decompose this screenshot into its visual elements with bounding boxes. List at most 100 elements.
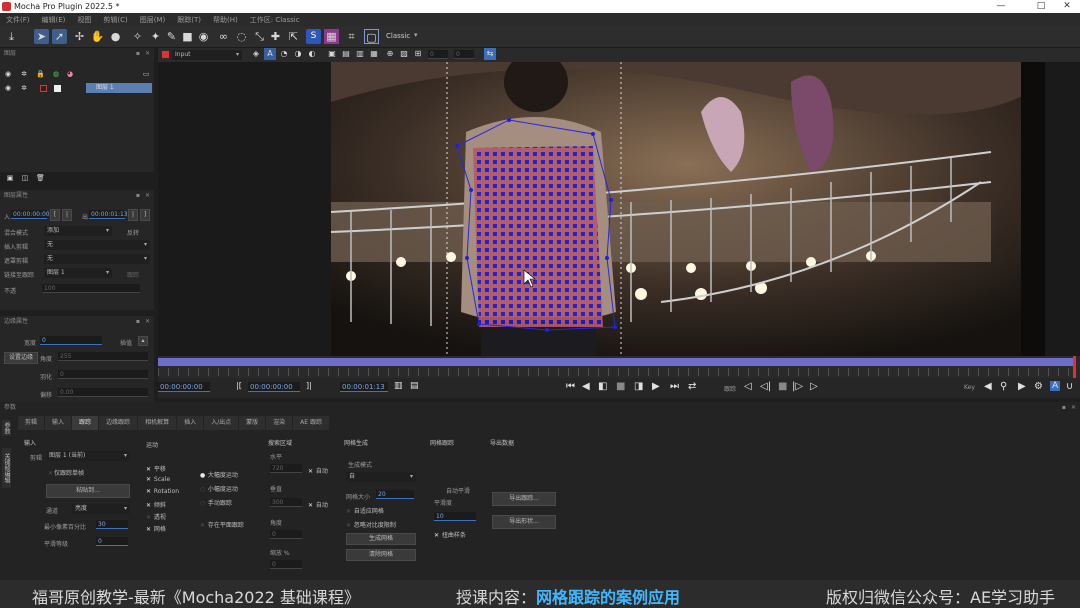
auto-key-icon[interactable]: A xyxy=(1050,381,1061,391)
select-tool-icon[interactable]: ➤ xyxy=(34,29,49,44)
view-layout1-icon[interactable]: ▣ xyxy=(326,48,338,60)
viewer-fit-icon[interactable]: ⇆ xyxy=(484,48,496,60)
step-back-icon[interactable]: ◧ xyxy=(598,381,607,392)
rotate-tool-icon[interactable]: ◌ xyxy=(234,29,249,44)
first-frame-icon[interactable]: ⏮ xyxy=(566,381,575,392)
insert-clip-select[interactable]: 无 xyxy=(44,240,150,250)
search-zoom-field[interactable]: 0 xyxy=(270,560,302,569)
blend-mode-select[interactable]: 添加 xyxy=(44,226,112,236)
mesh-grid-icon[interactable]: ▦ xyxy=(324,29,339,44)
step-forward-icon[interactable]: ◨ xyxy=(634,381,643,392)
menu-track[interactable]: 跟踪(T) xyxy=(171,15,207,25)
viewer-canvas[interactable] xyxy=(158,62,1080,356)
gear-icon[interactable]: ✲ xyxy=(20,70,28,78)
menu-edit[interactable]: 编辑(E) xyxy=(36,15,72,25)
smoothness-field[interactable]: 10 xyxy=(434,512,476,521)
add-key-icon[interactable]: ⚲ xyxy=(1000,381,1007,392)
tab-clip[interactable]: 剪辑 xyxy=(18,416,45,430)
layer-color-swatch[interactable] xyxy=(40,84,47,92)
invert-label[interactable]: 反转 xyxy=(127,228,139,237)
view-tracks-icon[interactable]: ◐ xyxy=(306,48,318,60)
tab-insert[interactable]: 插入 xyxy=(177,416,204,430)
set-in-icon[interactable]: |[ xyxy=(236,381,242,390)
menu-help[interactable]: 帮助(H) xyxy=(207,15,244,25)
existing-planar-checkbox[interactable]: ✕ 存在平面跟踪 xyxy=(200,520,244,529)
shear-checkbox[interactable]: ✕ 倾斜 xyxy=(146,500,166,509)
pin-icon[interactable]: ▪ xyxy=(1062,402,1066,413)
menu-file[interactable]: 文件(F) xyxy=(0,15,36,25)
auto-horizontal-checkbox[interactable]: ✕ 自动 xyxy=(308,466,328,475)
mesh-size-field[interactable]: 20 xyxy=(376,490,414,499)
step-spin-button[interactable]: ▴ xyxy=(138,336,148,346)
circle-tool-icon[interactable]: ◉ xyxy=(196,29,211,44)
step-button[interactable]: 插值 xyxy=(120,338,132,347)
opacity-field[interactable]: 100 xyxy=(42,284,140,293)
clear-in-button[interactable]: | xyxy=(62,209,72,221)
trace-icon[interactable]: ⊞ xyxy=(412,48,424,60)
min-pixels-field[interactable]: 30 xyxy=(96,520,128,529)
link-tool-icon[interactable]: ∞ xyxy=(216,29,231,44)
current-timecode[interactable]: 00:00:00:00 xyxy=(158,382,210,392)
menu-layer[interactable]: 图层(M) xyxy=(134,15,172,25)
track-back-icon[interactable]: ◁ xyxy=(744,381,752,392)
layer-row[interactable]: ◉ ✲ 图层 1 xyxy=(0,82,154,94)
timeline-track[interactable] xyxy=(158,358,1076,366)
out-timecode[interactable]: 00:00:01:13 xyxy=(340,382,388,392)
mesh-checkbox[interactable]: ✕ 网格 xyxy=(146,524,166,533)
menu-workspace[interactable]: 工作区: Classic xyxy=(244,15,306,25)
set-out-button[interactable]: | xyxy=(128,209,138,221)
clip-select[interactable]: Input xyxy=(172,50,242,60)
generate-mesh-button[interactable]: 生成网格 xyxy=(346,533,416,545)
layout-icon[interactable]: ▢ xyxy=(364,29,379,44)
link-track-button[interactable]: 跟踪 xyxy=(127,270,139,279)
track-step-back-icon[interactable]: ◁| xyxy=(760,381,771,392)
layer-matte-swatch[interactable] xyxy=(54,84,61,92)
search-angle-field[interactable]: 0 xyxy=(270,530,302,539)
vertical-field[interactable]: 300 xyxy=(270,498,302,507)
side-tab-keyframes[interactable]: 关键帧编辑 xyxy=(2,448,11,488)
menu-view[interactable]: 视图 xyxy=(71,15,97,25)
menu-clip[interactable]: 剪辑(C) xyxy=(97,15,133,25)
close-button[interactable]: ✕ xyxy=(1056,0,1078,13)
adaptive-mesh-checkbox[interactable]: ✕ 自适应网格 xyxy=(346,506,384,515)
viewer-num-2[interactable]: 0 xyxy=(454,50,474,59)
minimize-button[interactable]: — xyxy=(990,0,1012,13)
prev-key-icon[interactable]: ◀ xyxy=(984,381,992,392)
close-icon[interactable]: ✕ xyxy=(145,48,150,59)
export-shape-button[interactable]: 导出形状... xyxy=(492,515,556,529)
zoom-tool-icon[interactable]: ● xyxy=(108,29,123,44)
workspace-chevron-icon[interactable]: ▾ xyxy=(414,31,418,39)
tab-in-out[interactable]: 入/出点 xyxy=(204,416,239,430)
close-icon[interactable]: ✕ xyxy=(145,190,150,201)
edge-angle-field[interactable]: 255 xyxy=(58,352,148,361)
in-point-field[interactable]: 00:00:00:00 xyxy=(11,210,50,219)
view-layout2-icon[interactable]: ▤ xyxy=(340,48,352,60)
pin-icon[interactable]: ▪ xyxy=(136,316,140,327)
matte-clip-select[interactable]: 无 xyxy=(44,254,150,264)
view-matte-icon[interactable]: ◑ xyxy=(292,48,304,60)
save-icon[interactable]: ⤓ xyxy=(4,29,19,44)
track-step-forward-icon[interactable]: |▷ xyxy=(792,381,803,392)
view-layout3-icon[interactable]: ▥ xyxy=(354,48,366,60)
view-layout4-icon[interactable]: ▦ xyxy=(368,48,380,60)
side-tab-params[interactable]: 参数 xyxy=(2,420,11,436)
smooth-level-field[interactable]: 0 xyxy=(96,537,128,546)
small-motion-radio[interactable]: ○ 小幅度运动 xyxy=(200,484,238,493)
track-individual-checkbox[interactable]: ✕仅跟踪单帧 xyxy=(48,468,84,477)
color-icon[interactable]: ◍ xyxy=(52,70,60,78)
large-motion-radio[interactable]: ● 大幅度运动 xyxy=(200,470,238,479)
clear-mesh-button[interactable]: 清除网格 xyxy=(346,549,416,561)
in-timecode[interactable]: 00:00:00:00 xyxy=(248,382,300,392)
out-point-field[interactable]: 00:00:01:13 xyxy=(89,210,128,219)
export-tracking-button[interactable]: 导出跟踪... xyxy=(492,492,556,506)
set-in-button[interactable]: [ xyxy=(50,209,60,221)
timeline[interactable] xyxy=(158,356,1080,378)
manual-track-radio[interactable]: ○ 手动跟踪 xyxy=(200,498,232,507)
translation-checkbox[interactable]: ✕ 平移 xyxy=(146,464,166,473)
warp-spline-checkbox[interactable]: ✕ 扭曲样条 xyxy=(434,530,466,539)
eye-icon[interactable]: ◉ xyxy=(4,70,12,78)
track-forward-icon[interactable]: ▷ xyxy=(810,381,818,392)
key-clear-icon[interactable]: ∪ xyxy=(1066,381,1073,392)
view-color-icon[interactable]: ◈ xyxy=(250,48,262,60)
tab-input[interactable]: 输入 xyxy=(45,416,72,430)
